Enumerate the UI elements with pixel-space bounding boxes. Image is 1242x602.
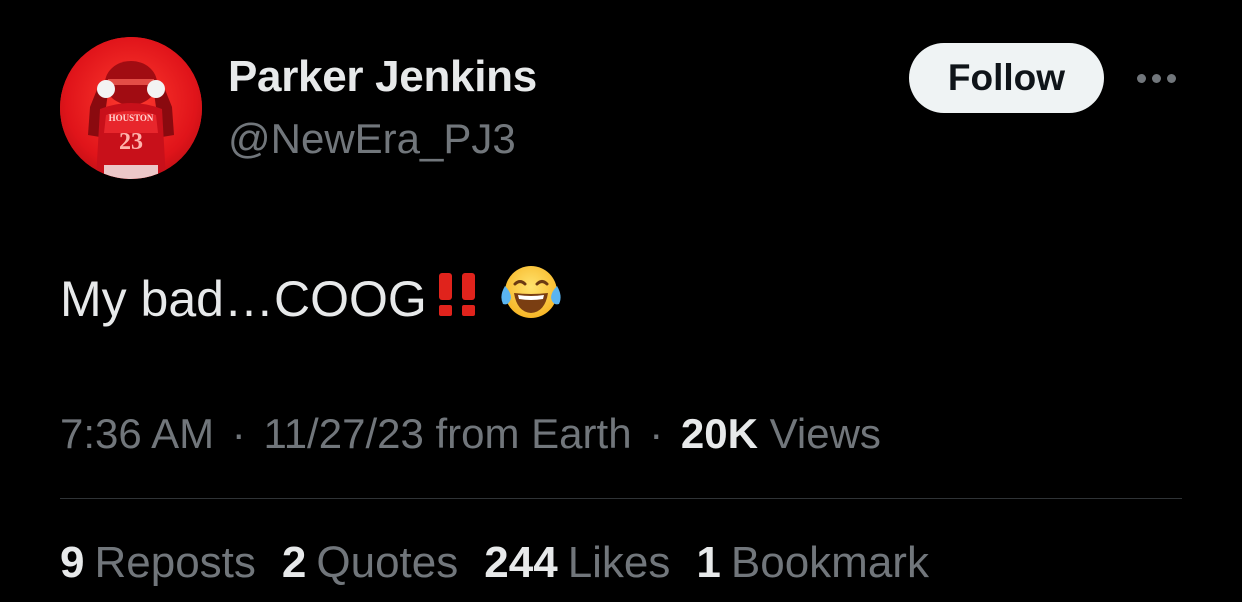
tweet-meta: 7:36 AM · 11/27/23 from Earth · 20K View… bbox=[60, 410, 881, 458]
bookmarks-label: Bookmark bbox=[730, 538, 929, 587]
author-handle[interactable]: @NewEra_PJ3 bbox=[228, 115, 516, 163]
bookmarks-count: 1 bbox=[696, 538, 721, 587]
tweet-text: My bad…COOG bbox=[60, 271, 427, 327]
more-horizontal-icon-dot bbox=[1166, 73, 1176, 83]
tweet-time[interactable]: 7:36 AM bbox=[60, 410, 214, 457]
reposts-stat[interactable]: 9 Reposts bbox=[60, 538, 256, 588]
avatar-jersey-number: 23 bbox=[119, 129, 143, 155]
engagement-stats: 9 Reposts 2 Quotes 244 Likes 1 Bookmark bbox=[60, 538, 929, 588]
meta-separator: · bbox=[231, 410, 246, 457]
likes-count: 244 bbox=[484, 538, 558, 587]
quotes-count: 2 bbox=[281, 538, 307, 587]
more-options-button[interactable] bbox=[1128, 60, 1184, 96]
tweet-detail: HOUSTON 23 Parker Jenkins @NewEra_PJ3 Fo… bbox=[0, 0, 1242, 602]
tweet-body: My bad…COOG bbox=[60, 262, 563, 336]
quotes-label: Quotes bbox=[316, 538, 459, 587]
avatar-jersey-text: HOUSTON bbox=[109, 113, 154, 123]
meta-separator: · bbox=[649, 410, 664, 457]
quotes-stat[interactable]: 2 Quotes bbox=[282, 538, 458, 588]
double-exclamation-mark-icon bbox=[431, 267, 485, 331]
divider bbox=[60, 498, 1182, 499]
bookmarks-stat[interactable]: 1 Bookmark bbox=[696, 538, 929, 588]
author-display-name[interactable]: Parker Jenkins bbox=[228, 52, 537, 102]
more-horizontal-icon bbox=[1136, 73, 1146, 83]
tweet-date-source[interactable]: 11/27/23 from Earth bbox=[263, 410, 631, 457]
reposts-count: 9 bbox=[60, 538, 85, 587]
likes-stat[interactable]: 244 Likes bbox=[484, 538, 670, 588]
reposts-label: Reposts bbox=[94, 538, 256, 587]
views-count[interactable]: 20K bbox=[681, 410, 758, 457]
author-avatar[interactable]: HOUSTON 23 bbox=[60, 37, 202, 179]
more-horizontal-icon-dot bbox=[1151, 73, 1161, 83]
likes-label: Likes bbox=[567, 538, 671, 587]
face-with-tears-of-joy-icon bbox=[499, 262, 563, 336]
avatar-image: HOUSTON 23 bbox=[60, 37, 202, 179]
views-label[interactable]: Views bbox=[770, 410, 881, 457]
follow-button[interactable]: Follow bbox=[909, 43, 1104, 113]
